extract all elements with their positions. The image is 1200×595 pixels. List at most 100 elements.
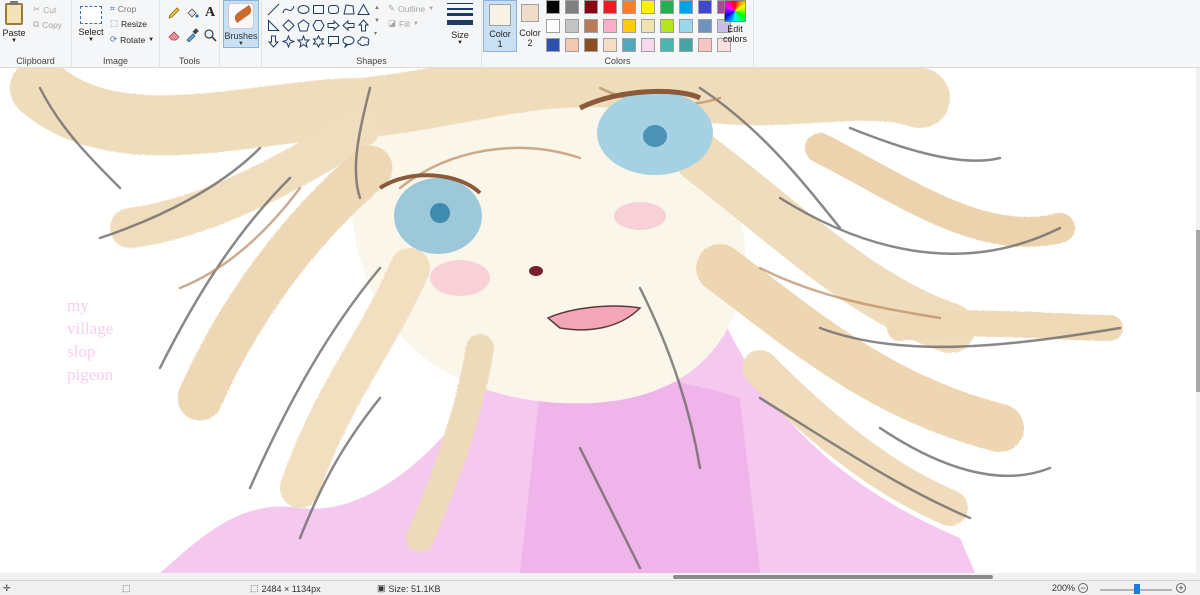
oval-shape-icon[interactable] — [296, 2, 310, 17]
outline-button[interactable]: ✎ Outline ▼ — [388, 1, 434, 16]
palette-swatch[interactable] — [641, 19, 655, 33]
palette-swatch[interactable] — [641, 0, 655, 14]
palette-swatch[interactable] — [546, 0, 560, 14]
palette-swatch[interactable] — [679, 38, 693, 52]
gallery-expand-icon[interactable]: ▾ — [374, 28, 380, 41]
rounded-rectangle-shape-icon[interactable] — [326, 2, 340, 17]
palette-swatch[interactable] — [603, 19, 617, 33]
palette-swatch[interactable] — [565, 0, 579, 14]
pencil-icon[interactable] — [166, 5, 182, 21]
paste-button[interactable]: Paste ▼ — [2, 1, 26, 44]
rainbow-icon — [724, 0, 746, 22]
line-shape-icon[interactable] — [266, 2, 280, 17]
fill-bucket-icon[interactable] — [184, 5, 200, 21]
palette-swatch[interactable] — [584, 0, 598, 14]
polygon-shape-icon[interactable] — [341, 2, 355, 17]
resize-button[interactable]: ⬚ Resize — [110, 16, 147, 31]
palette-swatch[interactable] — [546, 38, 560, 52]
right-arrow-shape-icon[interactable] — [326, 18, 340, 33]
clipboard-group: Paste ▼ ✂ Cut ⧉ Copy Clipboard — [0, 0, 72, 68]
copy-button[interactable]: ⧉ Copy — [33, 17, 62, 32]
shapes-scroll[interactable]: ▲ ▼ ▾ — [374, 2, 380, 41]
select-button[interactable]: Select ▼ — [78, 0, 104, 43]
pentagon-shape-icon[interactable] — [296, 18, 310, 33]
horizontal-scrollbar[interactable] — [0, 573, 1200, 580]
palette-swatch[interactable] — [660, 0, 674, 14]
zoom-slider-thumb[interactable] — [1134, 584, 1140, 594]
six-point-star-shape-icon[interactable] — [311, 34, 325, 49]
cursor-icon: ✛ — [3, 583, 11, 593]
palette-swatch[interactable] — [622, 0, 636, 14]
disk-icon: ▣ — [377, 583, 386, 593]
horizontal-scroll-thumb[interactable] — [673, 575, 993, 579]
up-arrow-shape-icon[interactable] — [356, 18, 370, 33]
paste-label: Paste — [2, 28, 26, 38]
color1-button[interactable]: Color 1 — [483, 0, 517, 52]
drawing-canvas[interactable]: my village slop pigeon — [0, 68, 1200, 573]
curve-shape-icon[interactable] — [281, 2, 295, 17]
scroll-down-icon[interactable]: ▼ — [374, 15, 380, 28]
palette-swatch[interactable] — [603, 38, 617, 52]
crop-icon: ⌗ — [110, 3, 115, 13]
zoom-in-button[interactable]: + — [1176, 583, 1186, 593]
five-point-star-shape-icon[interactable] — [296, 34, 310, 49]
brushes-group — [220, 0, 262, 68]
size-button[interactable]: Size ▼ — [446, 0, 474, 46]
tools-group: A Tools — [160, 0, 220, 68]
color-picker-icon[interactable] — [184, 27, 200, 43]
hexagon-shape-icon[interactable] — [311, 18, 325, 33]
palette-swatch[interactable] — [641, 38, 655, 52]
color2-button[interactable]: Color 2 — [513, 0, 547, 52]
anime-drawing — [10, 68, 1123, 573]
vertical-scroll-thumb[interactable] — [1196, 230, 1200, 392]
left-arrow-shape-icon[interactable] — [341, 18, 355, 33]
rectangle-shape-icon[interactable] — [311, 2, 325, 17]
oval-callout-shape-icon[interactable] — [341, 34, 355, 49]
crop-button[interactable]: ⌗ Crop — [110, 1, 136, 16]
eraser-icon[interactable] — [166, 27, 182, 43]
rectangular-callout-shape-icon[interactable] — [326, 34, 340, 49]
rotate-button[interactable]: ⟳ Rotate ▼ — [110, 32, 154, 47]
palette-swatch[interactable] — [698, 0, 712, 14]
palette-swatch[interactable] — [679, 19, 693, 33]
zoom-text: 200% — [1052, 583, 1076, 593]
color1-label: Color — [489, 29, 511, 39]
palette-swatch[interactable] — [660, 19, 674, 33]
tools-group-label: Tools — [178, 56, 200, 66]
magnifier-icon[interactable] — [202, 27, 218, 43]
text-icon[interactable]: A — [202, 5, 218, 21]
caption-line: slop — [67, 342, 96, 361]
palette-swatch[interactable] — [584, 19, 598, 33]
select-icon — [80, 6, 102, 24]
edit-colors-button[interactable]: Edit colors — [721, 0, 749, 44]
palette-swatch[interactable] — [622, 19, 636, 33]
color-palette — [546, 0, 733, 54]
fill-button[interactable]: ◪ Fill ▼ — [388, 16, 419, 31]
palette-swatch[interactable] — [698, 38, 712, 52]
palette-swatch[interactable] — [584, 38, 598, 52]
chevron-down-icon: ▼ — [148, 36, 155, 43]
color1-num: 1 — [497, 39, 503, 49]
down-arrow-shape-icon[interactable] — [266, 34, 280, 49]
zoom-out-icon[interactable]: − — [1078, 583, 1089, 593]
scroll-up-icon[interactable]: ▲ — [374, 2, 380, 15]
selection-icon: ⬚ — [122, 583, 131, 593]
palette-swatch[interactable] — [565, 38, 579, 52]
cut-label: Cut — [43, 4, 57, 15]
cloud-callout-shape-icon[interactable] — [356, 34, 370, 49]
copy-label: Copy — [42, 19, 62, 30]
diamond-shape-icon[interactable] — [281, 18, 295, 33]
palette-swatch[interactable] — [546, 19, 560, 33]
zoom-in-icon[interactable]: + — [1176, 583, 1186, 593]
palette-swatch[interactable] — [660, 38, 674, 52]
color2-label: Color — [519, 28, 541, 38]
triangle-shape-icon[interactable] — [356, 2, 370, 17]
palette-swatch[interactable] — [603, 0, 617, 14]
four-point-star-shape-icon[interactable] — [281, 34, 295, 49]
palette-swatch[interactable] — [622, 38, 636, 52]
right-triangle-shape-icon[interactable] — [266, 18, 280, 33]
cut-button[interactable]: ✂ Cut — [33, 2, 56, 17]
palette-swatch[interactable] — [565, 19, 579, 33]
palette-swatch[interactable] — [679, 0, 693, 14]
palette-swatch[interactable] — [698, 19, 712, 33]
